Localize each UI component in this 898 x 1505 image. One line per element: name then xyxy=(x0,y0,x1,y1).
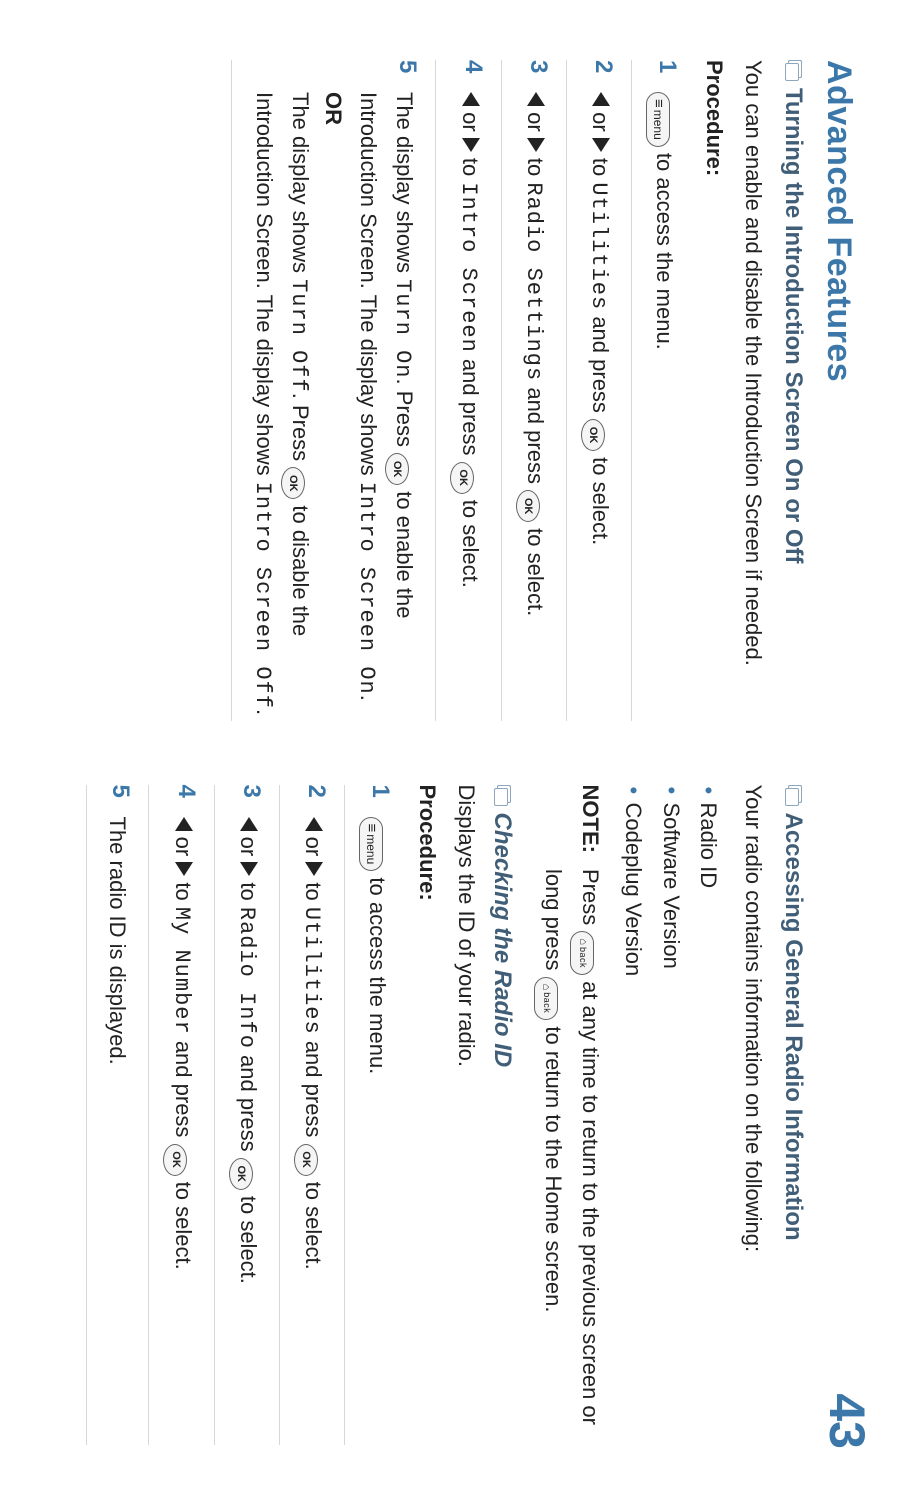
left-arrow-icon xyxy=(462,92,480,106)
step: 4 or to Intro Screen and press OK to sel… xyxy=(435,60,500,721)
right-column: Accessing General Radio Information Your… xyxy=(86,785,811,1446)
note-label: NOTE: xyxy=(534,785,607,853)
step: 2 or to Utilities and press OK to select… xyxy=(566,60,631,721)
note-body: Press ⌂back at any time to return to the… xyxy=(534,869,607,1445)
step-number: 2 xyxy=(591,60,617,78)
procedure-steps-left: 1 ≡menu to access the menu. 2 or to Util… xyxy=(231,60,695,721)
list-item: Radio ID xyxy=(690,785,727,1446)
note-block: NOTE: Press ⌂back at any time to return … xyxy=(534,785,607,1446)
step-text: or to Radio Info and press OK to select. xyxy=(229,817,265,1284)
list-item: Software Version xyxy=(652,785,689,1446)
step-number: 5 xyxy=(108,785,134,803)
step: 5 The display shows Turn On. Press OK to… xyxy=(231,60,436,721)
page-number: 43 xyxy=(818,1393,876,1449)
back-key-icon: ⌂back xyxy=(534,977,558,1021)
step-text: or to Radio Settings and press OK to sel… xyxy=(516,92,552,616)
step: 1 ≡menu to access the menu. xyxy=(344,785,408,1446)
ok-key-icon: OK xyxy=(450,462,474,494)
step-text: The radio ID is displayed. xyxy=(101,817,134,1065)
ok-key-icon: OK xyxy=(294,1144,318,1176)
section-title-text: Accessing General Radio Information xyxy=(779,813,807,1241)
right-arrow-icon xyxy=(462,138,480,152)
right-arrow-icon xyxy=(175,862,193,876)
stacked-pages-icon xyxy=(784,785,802,805)
step-text: or to My Number and press OK to select. xyxy=(163,817,199,1270)
step-text: The display shows Turn On. Press OK to e… xyxy=(246,92,422,721)
step-number: 5 xyxy=(395,60,421,78)
procedure-steps-right: 1 ≡menu to access the menu. 2 or to Util… xyxy=(86,785,408,1446)
procedure-label: Procedure: xyxy=(414,785,440,1446)
left-arrow-icon xyxy=(240,817,258,831)
step: 3 or to Radio Info and press OK to selec… xyxy=(214,785,279,1446)
step-number: 3 xyxy=(526,60,552,78)
step-text: or to Intro Screen and press OK to selec… xyxy=(450,92,486,588)
step-text: ≡menu to access the menu. xyxy=(359,817,394,1075)
right-arrow-icon xyxy=(305,862,323,876)
subsection-intro: Displays the ID of your radio. xyxy=(450,785,482,1446)
back-key-icon: ⌂back xyxy=(570,931,594,975)
or-divider: OR xyxy=(321,92,346,125)
section-intro: You can enable and disable the Introduct… xyxy=(737,60,769,721)
step: 1 ≡menu to access the menu. xyxy=(631,60,695,721)
list-item: Codeplug Version xyxy=(615,785,652,1446)
subsection-title-text: Checking the Radio ID xyxy=(488,813,516,1068)
subsection-title-radio-id: Checking the Radio ID xyxy=(488,785,516,1446)
section-title-text: Turning the Introduction Screen On or Of… xyxy=(779,88,807,564)
ok-key-icon: OK xyxy=(581,419,605,451)
right-arrow-icon xyxy=(527,138,545,152)
ok-key-icon: OK xyxy=(385,453,409,485)
ok-key-icon: OK xyxy=(516,490,540,522)
step: 3 or to Radio Settings and press OK to s… xyxy=(501,60,566,721)
right-arrow-icon xyxy=(592,138,610,152)
page-title: Advanced Features xyxy=(819,60,858,1445)
left-arrow-icon xyxy=(175,817,193,831)
step-text: or to Utilities and press OK to select. xyxy=(581,92,617,545)
left-arrow-icon xyxy=(527,92,545,106)
step: 2 or to Utilities and press OK to select… xyxy=(279,785,344,1446)
two-column-layout: Turning the Introduction Screen On or Of… xyxy=(86,60,811,1445)
section-title-intro-screen: Turning the Introduction Screen On or Of… xyxy=(779,60,807,721)
ok-key-icon: OK xyxy=(229,1158,253,1190)
step-text: ≡menu to access the menu. xyxy=(646,92,681,350)
menu-key-icon: ≡menu xyxy=(359,817,383,872)
left-arrow-icon xyxy=(592,92,610,106)
right-arrow-icon xyxy=(240,862,258,876)
step-text: or to Utilities and press OK to select. xyxy=(294,817,330,1270)
left-column: Turning the Introduction Screen On or Of… xyxy=(86,60,811,721)
stacked-pages-icon xyxy=(784,60,802,80)
section-intro: Your radio contains information on the f… xyxy=(737,785,769,1446)
stacked-pages-icon xyxy=(493,785,511,805)
step: 4 or to My Number and press OK to select… xyxy=(148,785,213,1446)
info-list: Radio ID Software Version Codeplug Versi… xyxy=(615,785,727,1446)
procedure-label: Procedure: xyxy=(701,60,727,721)
step-number: 4 xyxy=(461,60,487,78)
step-number: 1 xyxy=(368,785,394,803)
step-number: 3 xyxy=(239,785,265,803)
ok-key-icon: OK xyxy=(163,1144,187,1176)
step-number: 2 xyxy=(304,785,330,803)
step: 5 The radio ID is displayed. xyxy=(86,785,148,1446)
ok-key-icon: OK xyxy=(281,467,305,499)
document-page: 43 Advanced Features Turning the Introdu… xyxy=(0,0,898,1505)
step-number: 4 xyxy=(174,785,200,803)
section-title-radio-info: Accessing General Radio Information xyxy=(779,785,807,1446)
left-arrow-icon xyxy=(305,817,323,831)
menu-key-icon: ≡menu xyxy=(646,92,670,147)
step-number: 1 xyxy=(655,60,681,78)
